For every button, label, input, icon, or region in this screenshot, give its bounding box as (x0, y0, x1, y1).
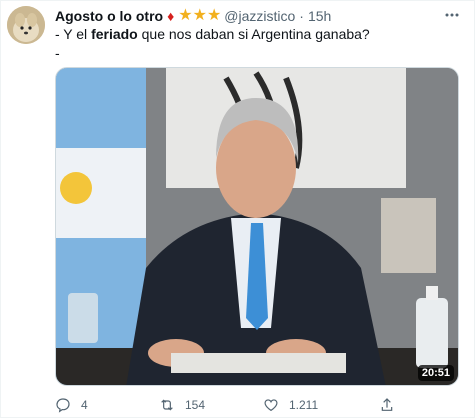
reply-count: 4 (81, 398, 88, 412)
separator: · (299, 8, 304, 24)
like-count: 1.211 (289, 398, 319, 412)
tweet-text-line2: - (55, 45, 60, 61)
retweet-button[interactable]: 154 (159, 395, 205, 415)
like-button[interactable]: 1.211 (263, 395, 318, 415)
tweet-text: - Y el feriado que nos daban si Argentin… (55, 25, 462, 63)
video-duration: 20:51 (417, 365, 454, 381)
reply-icon (56, 398, 70, 413)
author-handle[interactable]: @jazzistico (224, 8, 295, 24)
more-options-icon[interactable] (442, 5, 462, 25)
tweet-text-bold: feriado (91, 26, 138, 42)
video-player[interactable]: 20:51 (55, 67, 459, 386)
stars-badge: ★★★ (178, 8, 221, 24)
tweet[interactable]: Agosto o lo otro ♦ ★★★ @jazzistico · 15h… (0, 0, 475, 418)
tweet-text-suffix: que nos daban si Argentina ganaba? (137, 26, 370, 42)
video-frame (56, 68, 458, 385)
tweet-text-prefix: - Y el (55, 26, 92, 42)
star-icon: ★ (206, 7, 222, 24)
avatar[interactable] (7, 6, 45, 44)
star-icon: ★ (192, 7, 207, 24)
tweet-header: Agosto o lo otro ♦ ★★★ @jazzistico · 15h (55, 7, 444, 25)
share-icon (381, 398, 393, 411)
retweet-count: 154 (185, 398, 206, 412)
diamond-icon: ♦ (167, 8, 175, 24)
reply-button[interactable]: 4 (55, 395, 88, 415)
timestamp[interactable]: 15h (308, 8, 331, 24)
star-icon: ★ (178, 7, 193, 24)
action-bar: 4 154 1.211 (55, 395, 459, 415)
share-button[interactable] (379, 395, 405, 415)
retweet-icon (161, 399, 173, 411)
author-name[interactable]: Agosto o lo otro (55, 8, 163, 24)
heart-icon (264, 399, 278, 412)
